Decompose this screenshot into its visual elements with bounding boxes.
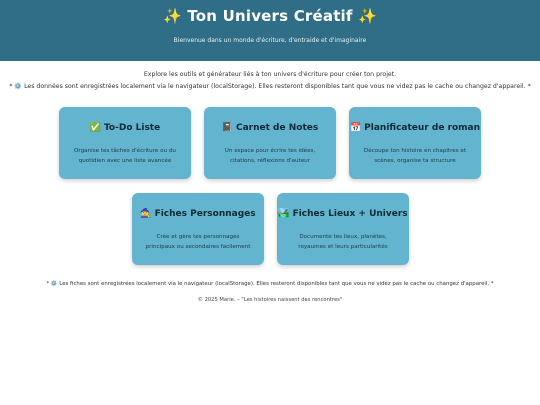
note-marker-end: * bbox=[527, 83, 531, 90]
storage-note-text: Les fiches sont enregistrées localement … bbox=[59, 281, 490, 287]
card-description: Découpe ton histoire en chapitres et scè… bbox=[363, 148, 467, 164]
site-title: ✨ Ton Univers Créatif ✨ bbox=[0, 7, 540, 25]
note-marker-end: * bbox=[490, 281, 494, 287]
landscape-icon: 🏞️ bbox=[278, 209, 290, 219]
card-notebook[interactable]: 📓 Carnet de Notes Un espace pour écrire t… bbox=[204, 107, 336, 179]
note-marker: * bbox=[46, 281, 50, 287]
card-places-universe[interactable]: 🏞️ Fiches Lieux + Univers Documente tes l… bbox=[277, 193, 409, 265]
card-description: Un espace pour écrire tes idées, citatio… bbox=[224, 148, 316, 164]
card-description: Documente tes lieux, planètes, royaumes … bbox=[298, 234, 388, 250]
card-title: Fiches Lieux + Univers bbox=[292, 209, 408, 219]
card-novel-planner[interactable]: 📅 Planificateur de roman Découpe ton hist… bbox=[349, 107, 481, 179]
storage-note: * ⚙️ Les fiches sont enregistrées locale… bbox=[0, 281, 540, 287]
card-description: Crée et gère tes personnages principaux … bbox=[145, 234, 251, 250]
sparkle-icon-right: ✨ bbox=[358, 7, 377, 25]
intro-line-1: Explore les outils et générateur liés à … bbox=[143, 71, 397, 78]
note-marker: * bbox=[9, 83, 13, 90]
intro-line-2: * ⚙️ Les données sont enregistrées local… bbox=[0, 81, 540, 93]
card-characters[interactable]: 🧙 Fiches Personnages Crée et gère tes per… bbox=[132, 193, 264, 265]
intro-line-2-text: Les données sont enregistrées localement… bbox=[24, 83, 526, 90]
card-title: To-Do Liste bbox=[103, 123, 161, 133]
calendar-icon: 📅 bbox=[349, 123, 362, 133]
card-description: Organise tes tâches d'écriture ou du quo… bbox=[74, 148, 176, 164]
gear-icon: ⚙️ bbox=[14, 83, 23, 90]
card-title: Carnet de Notes bbox=[235, 123, 319, 133]
site-subtitle: Bienvenue dans un monde d'écriture, d'en… bbox=[173, 37, 367, 44]
wizard-icon: 🧙 bbox=[140, 209, 152, 219]
card-title: Fiches Personnages bbox=[154, 209, 256, 219]
card-todo-list[interactable]: ✅ To-Do Liste Organise tes tâches d'écrit… bbox=[59, 107, 191, 179]
card-title: Planificateur de roman bbox=[364, 123, 481, 133]
sparkle-icon-left: ✨ bbox=[163, 7, 182, 25]
checkmark-icon: ✅ bbox=[89, 123, 101, 133]
site-title-text: Ton Univers Créatif bbox=[187, 7, 353, 25]
page-header: ✨ Ton Univers Créatif ✨ Bienvenue dans u… bbox=[0, 0, 540, 61]
gear-icon: ⚙️ bbox=[50, 281, 58, 287]
notebook-icon: 📓 bbox=[221, 123, 233, 133]
footer: © 2025 Marie. – "Les histoires naissent … bbox=[197, 297, 343, 303]
intro-text: Explore les outils et générateur liés à … bbox=[0, 69, 540, 93]
